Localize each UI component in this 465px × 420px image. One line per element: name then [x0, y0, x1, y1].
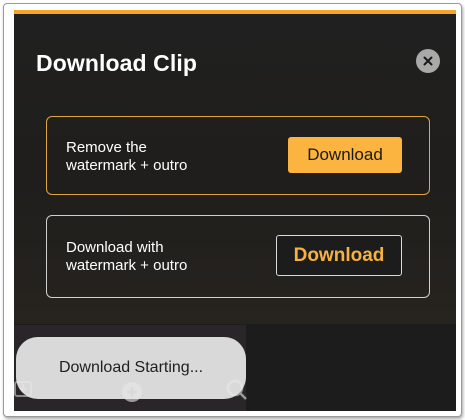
download-without-watermark-button[interactable]: Download	[288, 137, 402, 173]
dialog-title: Download Clip	[36, 50, 198, 76]
option-label: Remove the watermark + outro	[66, 139, 188, 174]
app-screen: Download Clip Remove the watermark + out…	[14, 10, 456, 411]
toast-notification: Download Starting...	[16, 337, 246, 399]
close-icon	[423, 56, 433, 66]
option-keep-watermark: Download with watermark + outro Download	[46, 215, 430, 298]
window-frame: Download Clip Remove the watermark + out…	[3, 3, 462, 417]
toast-message: Download Starting...	[58, 359, 204, 376]
download-with-watermark-button[interactable]: Download	[276, 235, 402, 276]
option-label: Download with watermark + outro	[66, 239, 188, 274]
option-remove-watermark: Remove the watermark + outro Download	[46, 116, 430, 195]
download-clip-dialog: Download Clip Remove the watermark + out…	[14, 14, 456, 324]
close-button[interactable]	[416, 49, 440, 73]
